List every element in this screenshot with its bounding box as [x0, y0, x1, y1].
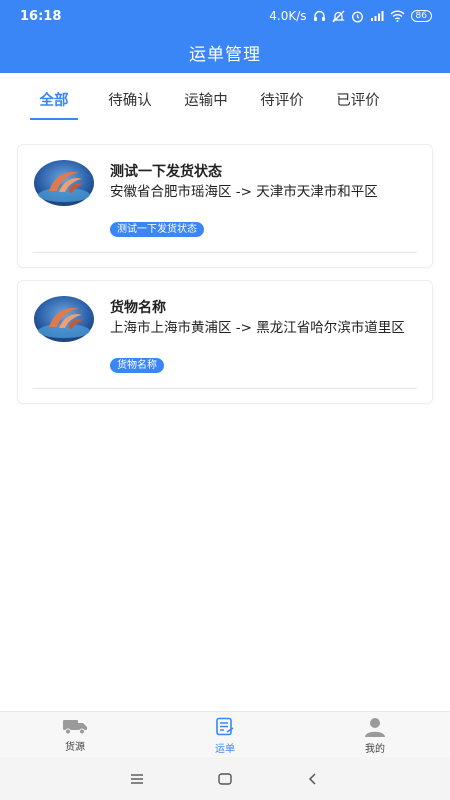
order-list: 测试一下发货状态 安徽省合肥市瑶海区 -> 天津市天津市和平区 测试一下发货状态… — [17, 144, 433, 416]
nav-item-mine[interactable]: 我的 — [300, 712, 450, 757]
order-card[interactable]: 货物名称 上海市上海市黄浦区 -> 黑龙江省哈尔滨市道里区 货物名称 — [17, 280, 433, 404]
page-title: 运单管理 — [189, 45, 261, 65]
nav-item-cargo-source[interactable]: 货源 — [0, 712, 150, 757]
truck-icon — [63, 720, 87, 735]
status-time: 16:18 — [20, 8, 62, 24]
order-route: 安徽省合肥市瑶海区 -> 天津市天津市和平区 — [110, 184, 378, 200]
nav-item-waybill[interactable]: 运单 — [150, 712, 300, 757]
order-route: 上海市上海市黄浦区 -> 黑龙江省哈尔滨市道里区 — [110, 320, 405, 336]
status-tabs: 全部 待确认 运输中 待评价 已评价 — [0, 86, 450, 126]
card-divider — [33, 252, 417, 253]
mute-icon — [331, 10, 345, 22]
network-speed: 4.0K/s — [269, 9, 307, 23]
user-icon — [365, 718, 385, 737]
nav-label: 运单 — [215, 744, 235, 755]
company-logo-icon — [34, 160, 94, 206]
card-divider — [33, 388, 417, 389]
nav-label: 货源 — [65, 742, 85, 753]
company-logo-icon — [34, 296, 94, 342]
order-card[interactable]: 测试一下发货状态 安徽省合肥市瑶海区 -> 天津市天津市和平区 测试一下发货状态 — [17, 144, 433, 268]
system-nav-bar — [0, 757, 450, 800]
status-bar: 16:18 4.0K/s 86 — [0, 0, 450, 32]
wifi-icon — [390, 10, 405, 22]
tab-in-transit[interactable]: 运输中 — [182, 86, 230, 122]
alarm-icon — [351, 11, 363, 22]
order-title: 货物名称 — [110, 300, 166, 316]
battery-indicator: 86 — [410, 10, 432, 22]
back-icon[interactable] — [305, 772, 321, 786]
menu-icon[interactable] — [129, 773, 145, 785]
app-header: 16:18 4.0K/s 86 运单管理 — [0, 0, 450, 73]
cargo-tag: 货物名称 — [110, 358, 164, 373]
order-title: 测试一下发货状态 — [110, 164, 222, 180]
status-icons: 4.0K/s 86 — [269, 9, 432, 23]
tab-pending-review[interactable]: 待评价 — [258, 86, 306, 122]
waybill-icon — [216, 717, 234, 736]
nav-label: 我的 — [365, 744, 385, 755]
cargo-tag: 测试一下发货状态 — [110, 222, 204, 237]
bottom-nav: 货源 运单 我的 — [0, 711, 450, 757]
signal-icon — [370, 11, 384, 21]
tab-pending-confirm[interactable]: 待确认 — [106, 86, 154, 122]
headset-icon — [313, 10, 325, 21]
tab-all[interactable]: 全部 — [30, 86, 78, 122]
tab-reviewed[interactable]: 已评价 — [334, 86, 382, 122]
home-icon[interactable] — [217, 772, 233, 786]
